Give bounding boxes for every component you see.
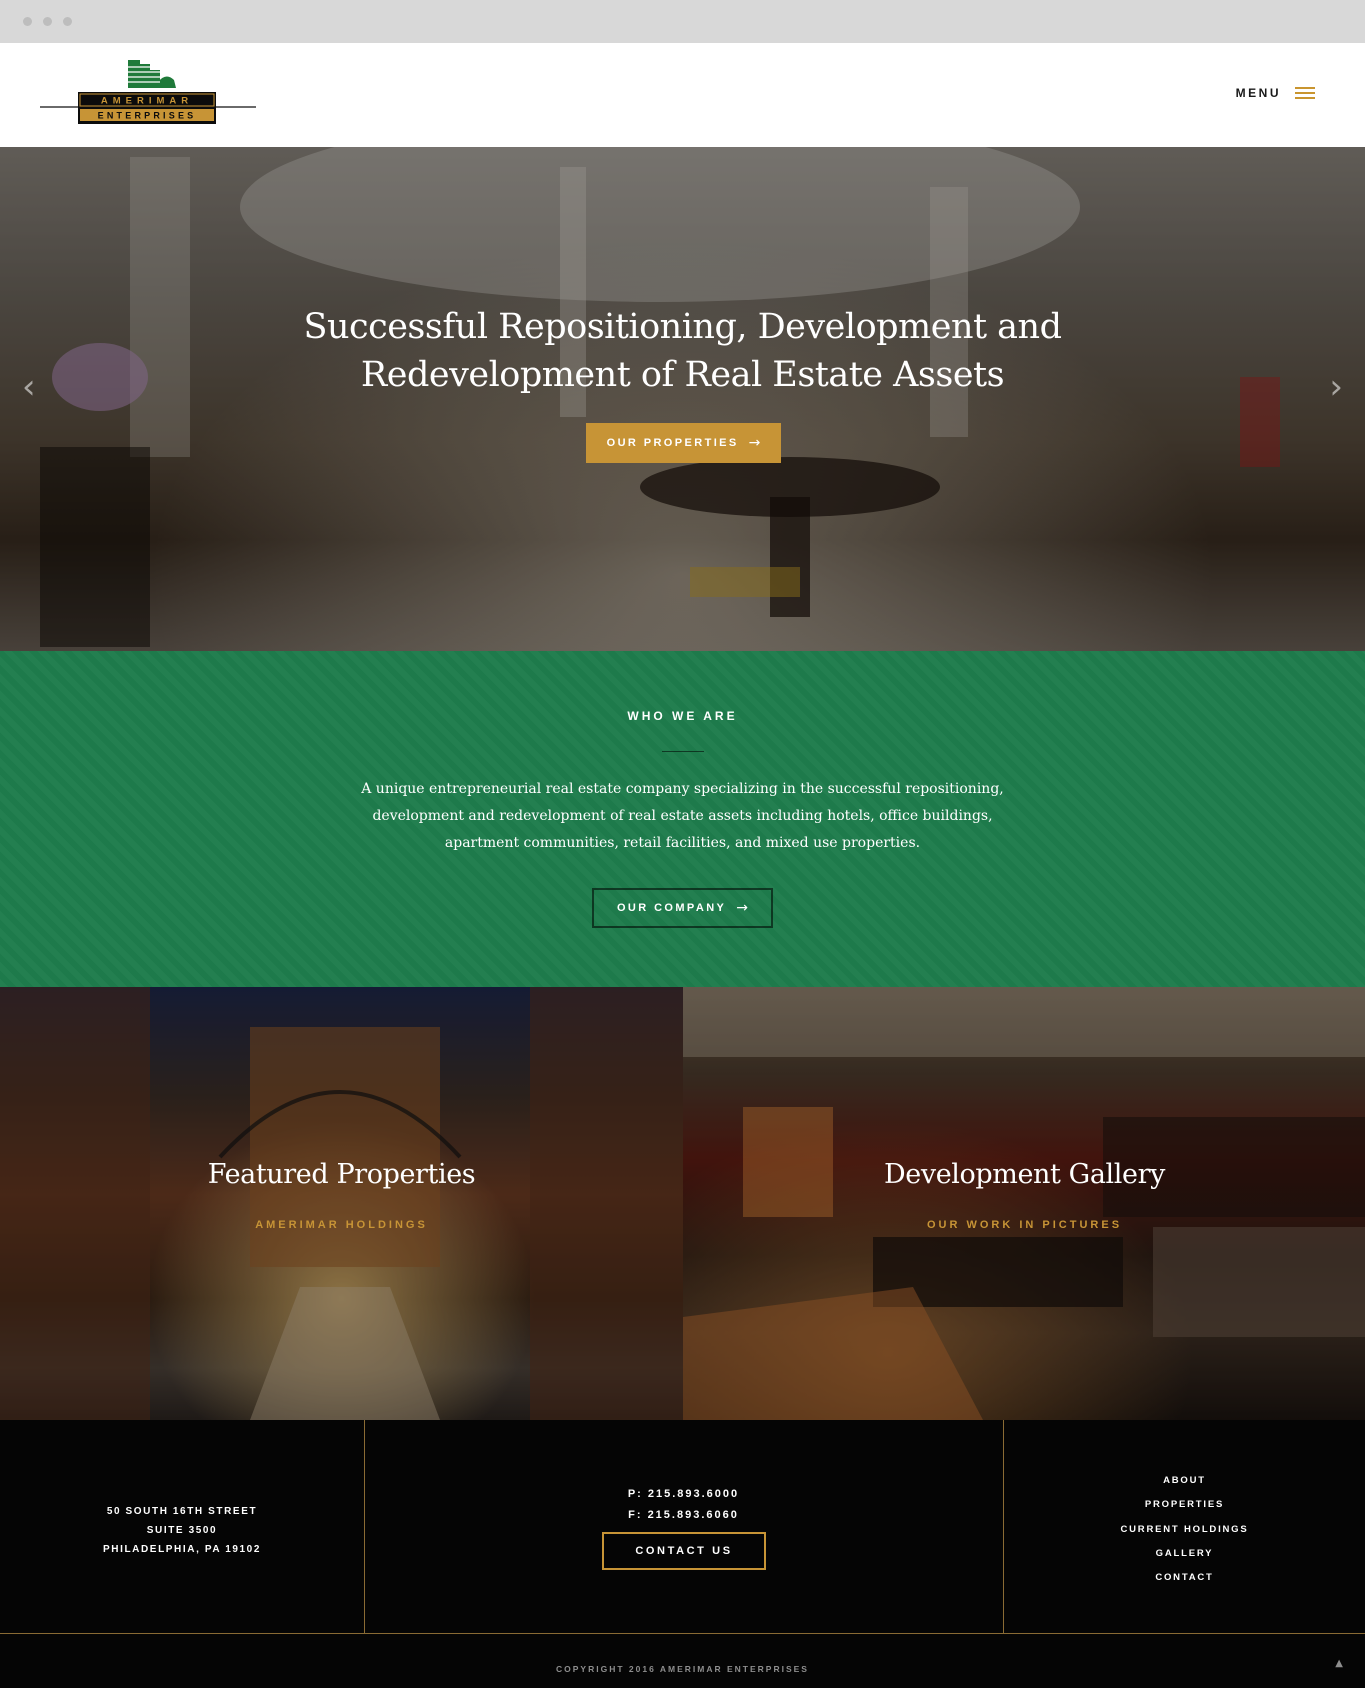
featured-properties-subtitle: AMERIMAR HOLDINGS (255, 1219, 428, 1231)
window-dot-3[interactable] (63, 17, 72, 26)
contact-us-button[interactable]: CONTACT US (602, 1532, 766, 1570)
copyright-text: COPYRIGHT 2016 AMERIMAR ENTERPRISES (556, 1664, 809, 1674)
logo-text-enterprises: ENTERPRISES (98, 111, 197, 121)
development-gallery-title: Development Gallery (884, 1159, 1165, 1190)
window-dot-1[interactable] (23, 17, 32, 26)
footer-divider (364, 1420, 365, 1633)
footer-link-contact[interactable]: CONTACT (1004, 1566, 1365, 1590)
footer-link-properties[interactable]: PROPERTIES (1004, 1493, 1365, 1517)
menu-button[interactable]: MENU (1236, 83, 1315, 103)
hamburger-icon (1295, 87, 1315, 99)
our-properties-label: OUR PROPERTIES (606, 437, 739, 449)
site-header: AMERIMAR ENTERPRISES MENU (0, 43, 1365, 147)
menu-label: MENU (1235, 86, 1281, 100)
arrow-right-icon: → (748, 435, 761, 451)
fax-number: F: 215.893.6060 (628, 1509, 739, 1521)
footer-nav: ABOUT PROPERTIES CURRENT HOLDINGS GALLER… (1004, 1469, 1365, 1590)
address-line-2: SUITE 3500 (146, 1525, 218, 1536)
panel-overlay (683, 987, 1365, 1420)
amerimar-logo[interactable]: AMERIMAR ENTERPRISES (40, 58, 256, 130)
footer-phones: P: 215.893.6000 F: 215.893.6060 (364, 1484, 1003, 1526)
hero-title-line-2: Redevelopment of Real Estate Assets (360, 355, 1005, 395)
section-divider (662, 751, 704, 752)
arrow-right-icon: → (736, 900, 749, 916)
who-we-are-section: WHO WE ARE A unique entrepreneurial real… (0, 651, 1365, 987)
chevron-left-icon[interactable]: ‹ (22, 367, 36, 407)
footer-address: 50 SOUTH 16TH STREET SUITE 3500 PHILADEL… (0, 1502, 364, 1559)
site-footer: 50 SOUTH 16TH STREET SUITE 3500 PHILADEL… (0, 1420, 1365, 1688)
panel-overlay (0, 987, 683, 1420)
footer-divider (0, 1633, 1365, 1634)
footer-link-current-holdings[interactable]: CURRENT HOLDINGS (1004, 1518, 1365, 1542)
footer-link-gallery[interactable]: GALLERY (1004, 1542, 1365, 1566)
our-properties-button[interactable]: OUR PROPERTIES → (586, 423, 781, 463)
hero-title: Successful Repositioning, Development an… (0, 303, 1365, 399)
address-line-3: PHILADELPHIA, PA 19102 (102, 1544, 261, 1555)
contact-us-label: CONTACT US (635, 1545, 733, 1557)
address-line-1: 50 SOUTH 16TH STREET (106, 1506, 258, 1517)
chevron-up-icon[interactable]: ▲ (1335, 1658, 1343, 1669)
development-gallery-subtitle: OUR WORK IN PICTURES (926, 1219, 1123, 1231)
who-we-are-text: A unique entrepreneurial real estate com… (361, 781, 1004, 851)
hero-title-line-1: Successful Repositioning, Development an… (303, 307, 1062, 347)
development-gallery-panel[interactable]: Development Gallery OUR WORK IN PICTURES (683, 987, 1365, 1420)
footer-link-about[interactable]: ABOUT (1004, 1469, 1365, 1493)
featured-properties-panel[interactable]: Featured Properties AMERIMAR HOLDINGS (0, 987, 683, 1420)
window-dot-2[interactable] (43, 17, 52, 26)
building-logo-icon (128, 60, 176, 88)
hero-slider: Successful Repositioning, Development an… (0, 147, 1365, 651)
our-company-label: OUR COMPANY (616, 902, 727, 914)
logo-text-amerimar: AMERIMAR (101, 96, 193, 107)
hero-overlay (0, 147, 1365, 651)
browser-title-bar (0, 0, 1365, 43)
who-we-are-heading: WHO WE ARE (627, 709, 738, 723)
our-company-button[interactable]: OUR COMPANY → (592, 888, 773, 928)
featured-properties-title: Featured Properties (207, 1159, 476, 1190)
chevron-right-icon[interactable]: › (1329, 367, 1343, 407)
phone-number[interactable]: P: 215.893.6000 (364, 1484, 1003, 1505)
